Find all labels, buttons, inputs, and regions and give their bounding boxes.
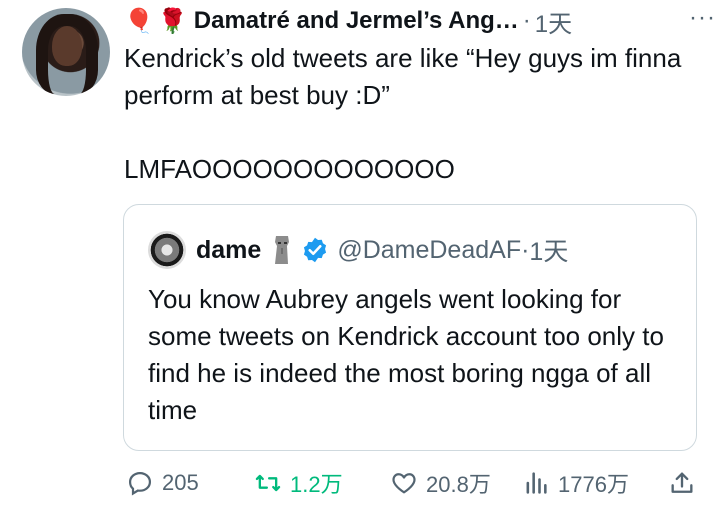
retweet-icon <box>255 474 281 492</box>
reply-count: 205 <box>162 470 199 495</box>
reply-button[interactable]: 205 <box>126 466 199 500</box>
views-icon <box>526 472 547 494</box>
rose-emoji: 🌹 <box>157 7 188 35</box>
share-button[interactable] <box>668 466 704 500</box>
reply-icon <box>128 471 152 496</box>
quoted-tweet-text: You know Aubrey angels went looking for … <box>148 284 664 425</box>
quoted-author-name[interactable]: dame <box>196 236 261 265</box>
quoted-author-handle[interactable]: @DameDeadAF <box>337 236 521 265</box>
balloon-emoji: 🎈 <box>124 7 154 35</box>
heart-icon <box>392 473 416 494</box>
tweet-timestamp[interactable]: 1天 <box>535 4 572 39</box>
share-icon <box>671 472 693 493</box>
more-options-icon[interactable]: ··· <box>689 4 716 32</box>
quoted-tweet-header: dame @DameDeadAF · 1天 <box>148 231 568 269</box>
retweet-count: 1.2万 <box>290 472 343 497</box>
author-display-name[interactable]: Damatré and Jermel’s Ang… <box>194 7 519 35</box>
tweet-actions-bar: 205 1.2万 20.8万 1776万 <box>124 466 704 500</box>
tweet-text: Kendrick’s old tweets are like “Hey guys… <box>124 43 682 184</box>
quoted-separator-dot: · <box>521 235 530 264</box>
quoted-author-avatar[interactable] <box>148 231 186 269</box>
views-count: 1776万 <box>558 472 629 497</box>
avatar-face <box>52 26 82 66</box>
retweet-button[interactable]: 1.2万 <box>254 466 343 500</box>
tweet-header: 🎈 🌹 Damatré and Jermel’s Ang… · 1天 <box>124 4 704 38</box>
quoted-tweet[interactable]: dame @DameDeadAF · 1天 You know Aubrey an… <box>123 204 697 451</box>
author-avatar[interactable] <box>22 8 110 96</box>
quoted-timestamp[interactable]: 1天 <box>529 232 568 268</box>
separator-dot: · <box>522 7 531 34</box>
verified-badge-icon <box>304 237 327 263</box>
like-count: 20.8万 <box>426 472 491 497</box>
moai-emoji-icon <box>275 236 290 264</box>
views-button[interactable]: 1776万 <box>522 466 629 500</box>
like-button[interactable]: 20.8万 <box>390 466 491 500</box>
